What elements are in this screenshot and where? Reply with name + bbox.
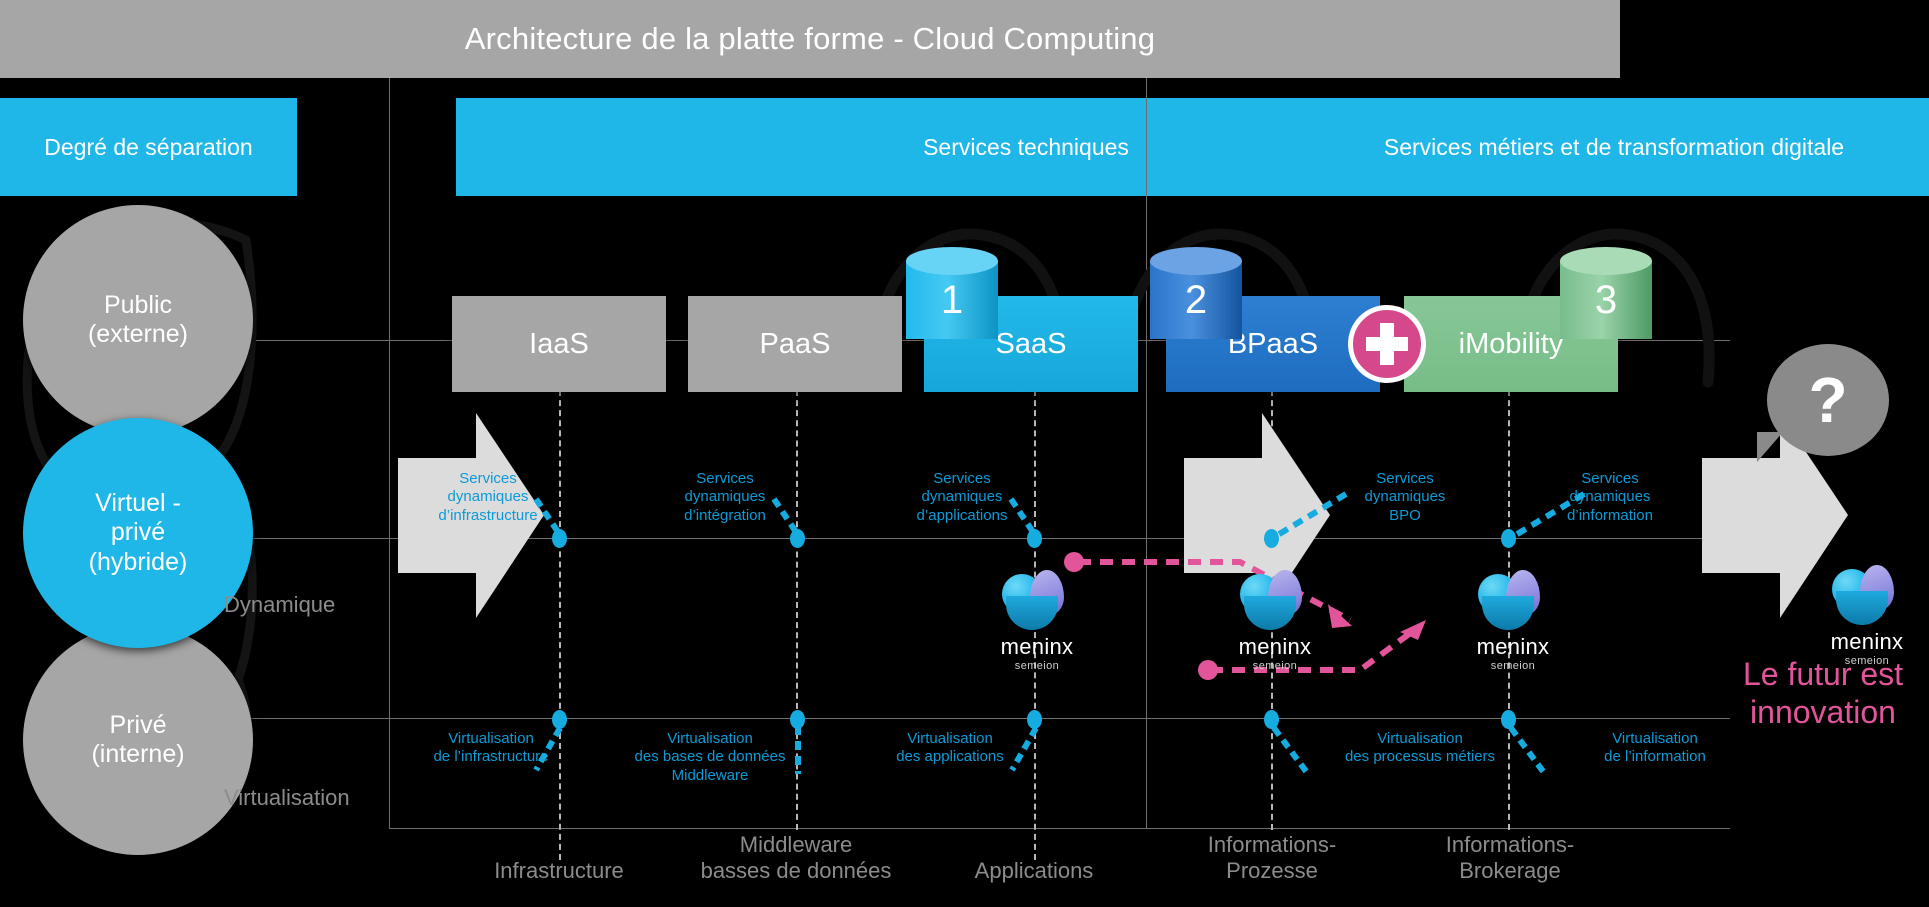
meninx-mark-icon (1000, 570, 1074, 632)
connector-virt-information (1508, 726, 1548, 776)
section-header-separation-label: Degré de séparation (44, 133, 253, 160)
service-box-iaas[interactable]: IaaS (452, 296, 666, 392)
section-header-technical-label: Services techniques (923, 133, 1129, 160)
step-cylinder-2: 2 (1150, 247, 1242, 347)
question-mark-label: ? (1808, 364, 1848, 436)
connector-dot-virt-applications (1027, 710, 1042, 729)
meninx-tagline: semeion (1252, 660, 1298, 672)
connector-dot-dynamic-applications (1027, 529, 1042, 548)
connector-virt-databases (795, 726, 801, 774)
separation-circle-virtual[interactable]: Virtuel - privé (hybride) (23, 418, 253, 648)
row-guide-bottom (389, 828, 1730, 829)
service-box-paas-label: PaaS (759, 327, 831, 360)
meninx-logo-saas: meninx semeion (972, 570, 1102, 672)
column-divider-left (389, 78, 390, 828)
service-box-imobility-label: iMobility (1458, 327, 1564, 360)
separation-circle-public[interactable]: Public (externe) (23, 205, 253, 435)
step-cylinder-3-number: 3 (1594, 277, 1618, 322)
service-box-iaas-label: IaaS (529, 327, 589, 360)
meninx-wordmark: meninx (1476, 634, 1550, 659)
step-cylinder-1: 1 (906, 247, 998, 347)
section-header-separation: Degré de séparation (0, 98, 297, 196)
title-bar: Architecture de la platte forme - Cloud … (0, 0, 1620, 78)
meninx-logo-bpaas: meninx semeion (1210, 570, 1340, 672)
separation-circle-private-label: Privé (interne) (91, 710, 185, 768)
separation-circle-private[interactable]: Privé (interne) (23, 625, 253, 855)
meninx-logo-future: meninx semeion (1802, 565, 1929, 667)
connector-virt-business-process (1271, 726, 1311, 776)
step-cylinder-1-number: 1 (940, 277, 964, 322)
row-guide-virtualisation (170, 718, 1730, 719)
separation-circle-virtual-label: Virtuel - privé (hybride) (88, 489, 188, 576)
connector-dot-dynamic-bpo (1264, 529, 1279, 548)
meninx-mark-icon (1830, 565, 1904, 627)
question-bubble-tail (1757, 432, 1783, 462)
guide-infrastructure (559, 390, 561, 860)
connector-dot-virt-infrastructure (552, 710, 567, 729)
section-header-business: Services métiers et de transformation di… (1164, 98, 1929, 196)
connector-virt-infrastructure (533, 726, 563, 772)
row-label-dynamique: Dynamique (224, 592, 336, 617)
question-mark-icon: ? (1767, 344, 1889, 456)
meninx-mark-icon (1476, 570, 1550, 632)
meninx-wordmark: meninx (1830, 629, 1904, 654)
axis-label-info-prozesse: Informations- Prozesse (1207, 832, 1337, 884)
virtualisation-label-business-process: Virtualisation des processus métiers (1344, 730, 1496, 766)
axis-label-middleware: Middleware basses de données (700, 832, 892, 884)
meninx-wordmark: meninx (1238, 634, 1312, 659)
connector-dot-virt-business-process (1264, 710, 1279, 729)
step-cylinder-2-number: 2 (1184, 277, 1208, 322)
connector-dot-dynamic-integration (790, 529, 805, 548)
row-label-virtualisation: Virtualisation (224, 785, 350, 810)
meninx-tagline: semeion (1014, 660, 1060, 672)
future-tagline: Le futur est innovation (1742, 656, 1904, 731)
separation-circle-public-label: Public (externe) (87, 290, 189, 348)
meninx-wordmark: meninx (1000, 634, 1074, 659)
axis-label-info-brokerage: Informations- Brokerage (1445, 832, 1575, 884)
meninx-tagline: semeion (1490, 660, 1536, 672)
service-box-paas[interactable]: PaaS (688, 296, 902, 392)
section-header-business-label: Services métiers et de transformation di… (1383, 133, 1845, 160)
connector-dot-dynamic-infrastructure (552, 529, 567, 548)
axis-label-infrastructure: Infrastructure (494, 858, 624, 883)
page-title: Architecture de la platte forme - Cloud … (464, 21, 1156, 56)
axis-label-applications: Applications (974, 858, 1094, 883)
connector-dot-virt-databases (790, 710, 805, 729)
column-divider-right (1146, 78, 1147, 828)
diagram-canvas: Architecture de la platte forme - Cloud … (0, 0, 1929, 907)
connector-virt-applications (1009, 726, 1039, 772)
step-cylinder-3: 3 (1560, 247, 1652, 347)
question-bubble: ? (1767, 344, 1889, 456)
connector-dot-virt-information (1501, 710, 1516, 729)
meninx-logo-imobility: meninx semeion (1448, 570, 1578, 672)
connector-dot-dynamic-information (1501, 529, 1516, 548)
meninx-mark-icon (1238, 570, 1312, 632)
plus-badge-icon (1348, 305, 1426, 383)
service-box-saas-label: SaaS (995, 327, 1067, 360)
virtualisation-label-information: Virtualisation de l’information (1604, 730, 1706, 766)
